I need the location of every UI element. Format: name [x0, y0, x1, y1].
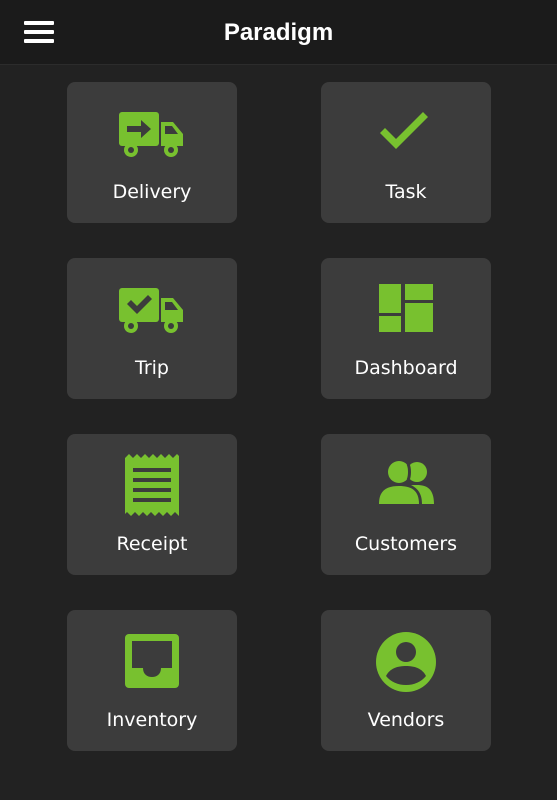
- tile-inventory[interactable]: Inventory: [67, 610, 237, 751]
- app-title: Paradigm: [223, 19, 334, 46]
- tile-vendors[interactable]: Vendors: [321, 610, 491, 751]
- inbox-tray-icon: [67, 630, 237, 702]
- tile-label: Inventory: [106, 709, 198, 731]
- tile-label: Vendors: [367, 709, 445, 731]
- tile-label: Task: [385, 181, 427, 203]
- account-circle-icon: [321, 630, 491, 702]
- tile-label: Dashboard: [354, 357, 458, 379]
- receipt-icon: [67, 454, 237, 526]
- checkmark-icon: [321, 102, 491, 174]
- tile-task[interactable]: Task: [321, 82, 491, 223]
- people-icon: [321, 454, 491, 526]
- tile-receipt[interactable]: Receipt: [67, 434, 237, 575]
- tile-customers[interactable]: Customers: [321, 434, 491, 575]
- dashboard-icon: [321, 278, 491, 350]
- tile-trip[interactable]: Trip: [67, 258, 237, 399]
- tile-label: Receipt: [116, 533, 188, 555]
- hamburger-menu-icon[interactable]: [22, 19, 56, 45]
- truck-arrow-icon: [67, 102, 237, 174]
- top-app-bar: Paradigm: [0, 0, 557, 65]
- tile-label: Delivery: [112, 181, 192, 203]
- tile-label: Trip: [135, 357, 169, 379]
- truck-check-icon: [67, 278, 237, 350]
- tile-dashboard[interactable]: Dashboard: [321, 258, 491, 399]
- tile-label: Customers: [354, 533, 458, 555]
- tile-delivery[interactable]: Delivery: [67, 82, 237, 223]
